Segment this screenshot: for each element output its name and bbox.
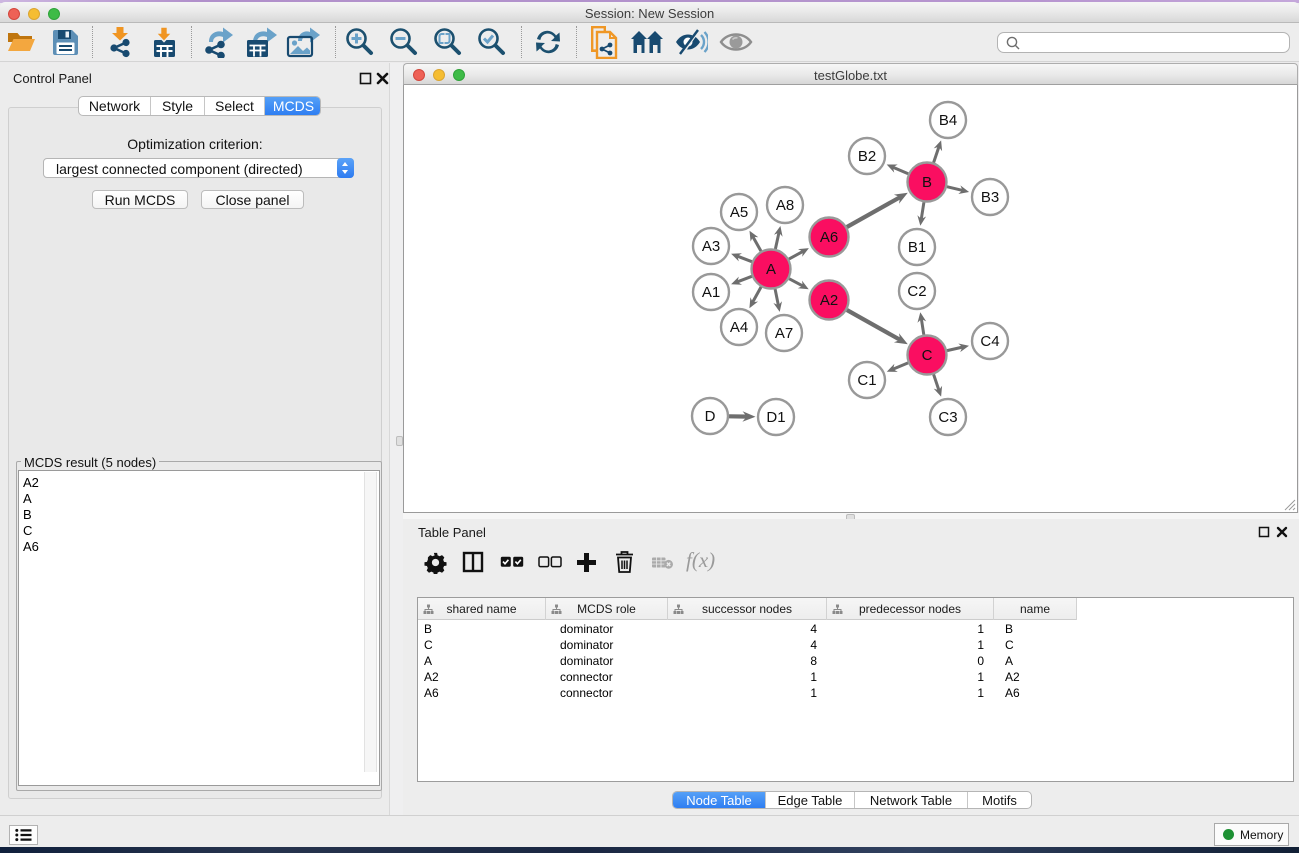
svg-text:B2: B2 — [858, 148, 876, 165]
svg-text:C2: C2 — [907, 283, 926, 300]
svg-text:C: C — [922, 347, 933, 364]
svg-text:B3: B3 — [981, 189, 999, 206]
svg-text:A8: A8 — [776, 197, 794, 214]
svg-text:A5: A5 — [730, 204, 748, 221]
svg-text:D: D — [705, 408, 716, 425]
svg-text:A7: A7 — [775, 325, 793, 342]
svg-text:A2: A2 — [820, 292, 838, 309]
svg-text:C3: C3 — [938, 409, 957, 426]
svg-text:A1: A1 — [702, 284, 720, 301]
svg-text:A6: A6 — [820, 229, 838, 246]
svg-text:A4: A4 — [730, 319, 748, 336]
svg-text:B: B — [922, 174, 932, 191]
svg-text:B1: B1 — [908, 239, 926, 256]
svg-text:C1: C1 — [857, 372, 876, 389]
svg-text:D1: D1 — [766, 409, 785, 426]
svg-text:A: A — [766, 261, 776, 278]
svg-text:C4: C4 — [980, 333, 999, 350]
svg-text:A3: A3 — [702, 238, 720, 255]
svg-text:B4: B4 — [939, 112, 957, 129]
